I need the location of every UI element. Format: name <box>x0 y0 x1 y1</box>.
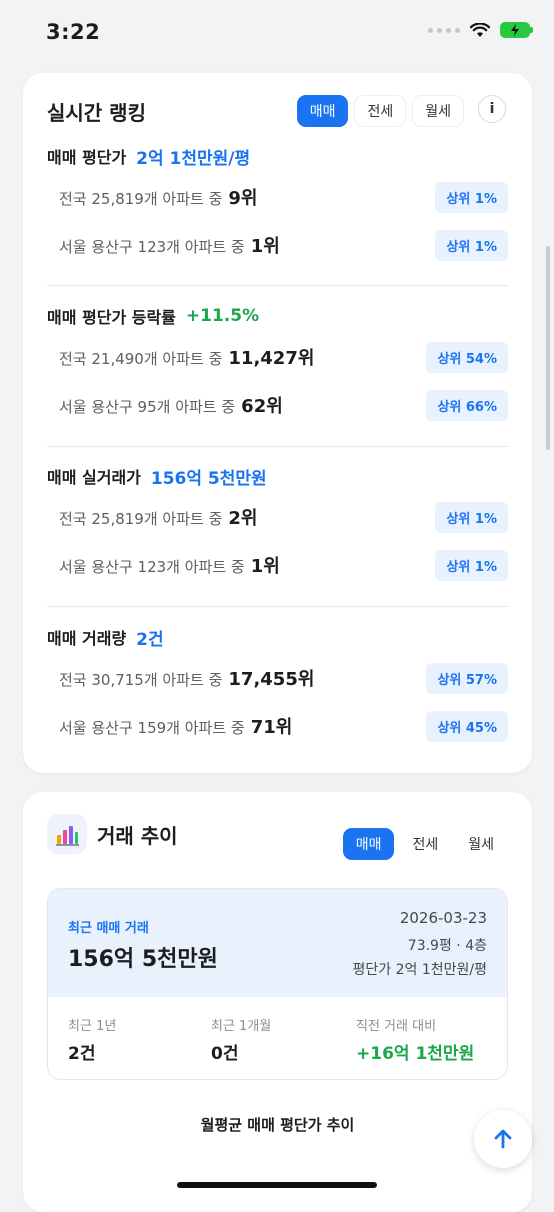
info-button[interactable]: i <box>478 95 506 123</box>
row-scope: 전국 30,715개 아파트 중 <box>59 671 223 689</box>
section-divider <box>47 285 508 286</box>
row-scope: 서울 용산구 95개 아파트 중 <box>59 398 236 416</box>
stat-label: 직전 거래 대비 <box>356 1019 437 1034</box>
status-bar: 3:22 <box>0 0 554 66</box>
section-value: 2건 <box>136 629 164 650</box>
ranking-row: 전국 21,490개 아파트 중 11,427위 상위 54% <box>59 341 508 373</box>
row-scope: 전국 21,490개 아파트 중 <box>59 350 223 368</box>
ranking-row: 전국 25,819개 아파트 중 2위 상위 1% <box>59 501 508 533</box>
trend-tab-sale[interactable]: 매매 <box>342 828 395 860</box>
ranking-tab-monthly[interactable]: 월세 <box>412 95 464 127</box>
row-scope: 서울 용산구 159개 아파트 중 <box>59 719 245 737</box>
row-rank: 1위 <box>250 556 280 577</box>
bar-chart-icon <box>47 814 87 854</box>
recent-trade-price: 156억 5천만원 <box>68 947 218 972</box>
ranking-tabs: 매매 전세 월세 <box>296 95 464 127</box>
ranking-section-volume: 매매 거래량 2건 전국 30,715개 아파트 중 17,455위 상위 57%… <box>47 624 508 754</box>
stat-value: 0건 <box>211 1044 239 1064</box>
home-indicator <box>177 1182 377 1188</box>
ranking-row: 서울 용산구 159개 아파트 중 71위 상위 45% <box>59 710 508 742</box>
ranking-section-unit-price: 매매 평단가 2억 1천만원/평 전국 25,819개 아파트 중 9위 상위 1… <box>47 143 508 273</box>
row-scope: 서울 용산구 123개 아파트 중 <box>59 238 245 256</box>
trend-tab-monthly[interactable]: 월세 <box>456 828 506 860</box>
ranking-row: 서울 용산구 123개 아파트 중 1위 상위 1% <box>59 549 508 581</box>
signal-dots-icon <box>428 27 460 33</box>
trend-tab-jeonse[interactable]: 전세 <box>400 828 451 860</box>
row-rank: 1위 <box>250 236 280 257</box>
ranking-card: 실시간 랭킹 매매 전세 월세 i 매매 평단가 2억 1천만원/평 전국 25… <box>23 73 532 773</box>
row-scope: 서울 용산구 123개 아파트 중 <box>59 558 245 576</box>
stat-value-diff: +16억 1천만원 <box>356 1044 475 1064</box>
arrow-up-icon <box>494 1129 512 1149</box>
status-time: 3:22 <box>46 20 101 44</box>
status-icons <box>428 22 533 38</box>
recent-trade-unit-price: 평단가 2억 1천만원/평 <box>352 962 487 978</box>
section-divider <box>47 446 508 447</box>
ranking-row: 서울 용산구 123개 아파트 중 1위 상위 1% <box>59 229 508 261</box>
section-label: 매매 실거래가 <box>47 468 141 487</box>
percentile-badge: 상위 1% <box>435 229 508 261</box>
section-value: +11.5% <box>185 306 260 326</box>
section-value: 2억 1천만원/평 <box>136 148 251 169</box>
ranking-title: 실시간 랭킹 <box>47 101 146 125</box>
scroll-top-button[interactable] <box>474 1110 532 1168</box>
ranking-row: 서울 용산구 95개 아파트 중 62위 상위 66% <box>59 389 508 421</box>
scrollbar[interactable] <box>546 246 550 450</box>
trend-title: 거래 추이 <box>97 824 178 848</box>
stat-value: 2건 <box>68 1044 96 1064</box>
section-value: 156억 5천만원 <box>150 468 267 489</box>
battery-charging-icon <box>500 22 533 38</box>
recent-trade-label: 최근 매매 거래 <box>68 921 149 936</box>
ranking-tab-sale[interactable]: 매매 <box>296 95 349 127</box>
row-rank: 17,455위 <box>228 669 315 690</box>
row-rank: 62위 <box>241 396 283 417</box>
row-scope: 전국 25,819개 아파트 중 <box>59 190 223 208</box>
row-rank: 9위 <box>228 188 258 209</box>
ranking-tab-jeonse[interactable]: 전세 <box>354 95 407 127</box>
row-rank: 2위 <box>228 508 258 529</box>
ranking-section-actual-price: 매매 실거래가 156억 5천만원 전국 25,819개 아파트 중 2위 상위 … <box>47 463 508 593</box>
chart-title: 월평균 매매 평단가 추이 <box>200 1116 355 1134</box>
percentile-badge: 상위 45% <box>426 710 508 742</box>
ranking-row: 전국 30,715개 아파트 중 17,455위 상위 57% <box>59 662 508 694</box>
percentile-badge: 상위 54% <box>426 341 508 373</box>
ranking-row: 전국 25,819개 아파트 중 9위 상위 1% <box>59 181 508 213</box>
recent-trade-date: 2026-03-23 <box>399 909 487 927</box>
percentile-badge: 상위 1% <box>435 501 508 533</box>
ranking-section-change-rate: 매매 평단가 등락률 +11.5% 전국 21,490개 아파트 중 11,427… <box>47 303 508 433</box>
trend-tabs: 매매 전세 월세 <box>342 828 506 860</box>
section-label: 매매 평단가 등락률 <box>47 308 176 327</box>
row-rank: 71위 <box>250 717 293 738</box>
section-divider <box>47 606 508 607</box>
section-label: 매매 거래량 <box>47 629 127 648</box>
percentile-badge: 상위 1% <box>435 549 508 581</box>
row-scope: 전국 25,819개 아파트 중 <box>59 510 223 528</box>
stat-label: 최근 1개월 <box>211 1019 272 1034</box>
percentile-badge: 상위 1% <box>435 181 508 213</box>
recent-trade-box: 최근 매매 거래 156억 5천만원 2026-03-23 73.9평 · 4층… <box>47 888 508 1080</box>
section-label: 매매 평단가 <box>47 148 127 167</box>
percentile-badge: 상위 66% <box>426 389 508 421</box>
recent-trade-size: 73.9평 · 4층 <box>407 938 487 954</box>
trend-card: 거래 추이 매매 전세 월세 최근 매매 거래 156억 5천만원 2026-0… <box>23 792 532 1212</box>
row-rank: 11,427위 <box>228 348 315 369</box>
wifi-icon <box>470 22 490 37</box>
stat-label: 최근 1년 <box>68 1019 117 1034</box>
percentile-badge: 상위 57% <box>426 662 508 694</box>
